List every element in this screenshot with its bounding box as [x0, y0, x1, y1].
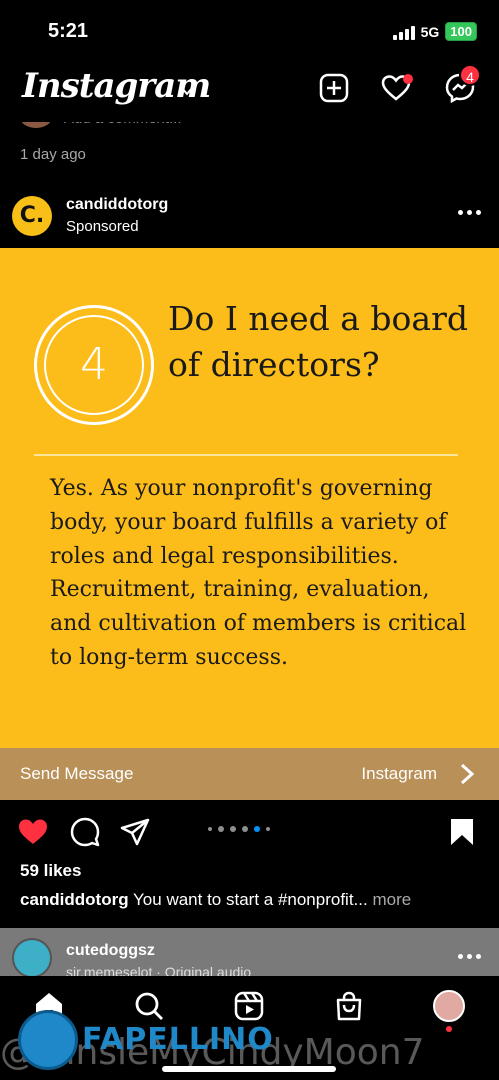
- chevron-down-icon[interactable]: [180, 84, 194, 98]
- post-caption: candiddotorg You want to start a #nonpro…: [20, 890, 490, 910]
- more-options-icon[interactable]: [458, 954, 481, 959]
- ad-question: Do I need a board of directors?: [168, 299, 468, 384]
- chevron-right-icon: [460, 763, 475, 785]
- next-post-username[interactable]: cutedoggsz: [66, 942, 155, 960]
- caption-more-link[interactable]: more: [372, 890, 411, 909]
- next-post-avatar[interactable]: [12, 938, 52, 978]
- share-icon[interactable]: [119, 816, 151, 848]
- post-actions: [0, 800, 499, 860]
- messages-badge: 4: [459, 64, 481, 86]
- carousel-indicator: [208, 826, 270, 832]
- next-post-header: cutedoggsz sir.memeselot · Original audi…: [0, 928, 499, 980]
- caption-text: You want to start a #nonprofit...: [133, 890, 368, 909]
- reels-icon[interactable]: [233, 990, 265, 1022]
- create-post-icon[interactable]: [318, 72, 350, 104]
- app-header: Instagram 4: [0, 60, 499, 122]
- watermark-brand: FAPELLINO: [82, 1022, 274, 1057]
- like-heart-icon[interactable]: [17, 816, 49, 848]
- previous-post-timestamp: 1 day ago: [20, 146, 86, 163]
- network-type: 5G: [420, 23, 440, 40]
- comment-icon[interactable]: [69, 816, 101, 848]
- avatar[interactable]: C.: [12, 196, 52, 236]
- battery-indicator: 100: [445, 22, 477, 41]
- cta-label: Send Message: [20, 764, 134, 783]
- signal-icon: [392, 24, 415, 40]
- status-bar: 5:21 5G 100: [0, 0, 499, 60]
- cta-destination: Instagram: [361, 764, 437, 783]
- search-icon[interactable]: [133, 990, 165, 1022]
- ad-image[interactable]: 4 Do I need a board of directors? Yes. A…: [0, 248, 499, 748]
- save-bookmark-icon[interactable]: [446, 816, 478, 848]
- more-options-icon[interactable]: [458, 210, 481, 215]
- sponsored-label: Sponsored: [66, 218, 139, 235]
- caption-username[interactable]: candiddotorg: [20, 890, 129, 909]
- notification-dot: [403, 74, 413, 84]
- send-message-cta[interactable]: Send Message Instagram: [0, 748, 499, 800]
- watermark-logo: [18, 1010, 78, 1070]
- like-count[interactable]: 59 likes: [20, 861, 81, 881]
- status-time: 5:21: [48, 20, 89, 42]
- post-header: C. candiddotorg Sponsored: [0, 188, 499, 248]
- post-username[interactable]: candiddotorg: [66, 196, 168, 214]
- shop-icon[interactable]: [333, 990, 365, 1022]
- ad-answer: Yes. As your nonprofit's governing body,…: [50, 476, 467, 670]
- step-number: 4: [44, 315, 144, 415]
- number-circle: 4: [34, 305, 154, 425]
- profile-avatar[interactable]: [433, 990, 465, 1022]
- divider: [34, 454, 458, 456]
